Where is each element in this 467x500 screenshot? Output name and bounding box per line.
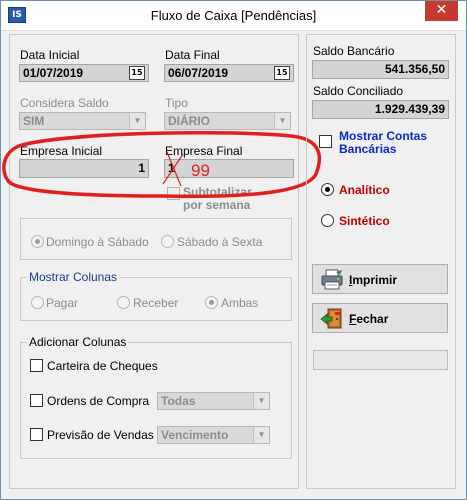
close-icon: ✕	[435, 2, 448, 18]
fluxo-caixa-window: IS Fluxo de Caixa [Pendências] ✕ Data In…	[0, 0, 467, 500]
previsao-select-value: Vencimento	[161, 428, 229, 442]
saldo-conciliado-value: 1.929.439,39	[374, 102, 445, 116]
cheques-checkbox[interactable]	[30, 359, 43, 372]
previsao-checkbox[interactable]	[30, 428, 43, 441]
analitico-radio[interactable]	[321, 183, 334, 196]
calendar-icon[interactable]: 15	[129, 66, 145, 80]
ordens-label: Ordens de Compra	[47, 394, 150, 408]
annotation-ellipse	[2, 130, 322, 199]
receber-label: Receber	[133, 296, 179, 310]
previsao-select[interactable]: Vencimento ▼	[157, 426, 270, 444]
imprimir-label-rest: mprimir	[352, 273, 398, 287]
imprimir-button[interactable]: Imprimir	[312, 264, 448, 294]
pagar-radio[interactable]	[31, 296, 44, 309]
data-inicial-label: Data Inicial	[20, 48, 80, 62]
ordens-select[interactable]: Todas ▼	[157, 392, 270, 410]
window-title: Fluxo de Caixa [Pendências]	[150, 8, 317, 23]
saldo-conciliado-field: 1.929.439,39	[312, 100, 449, 119]
annotation-text: 99	[191, 161, 210, 180]
fechar-label-rest: echar	[356, 312, 389, 326]
saldo-conciliado-label: Saldo Conciliado	[313, 84, 404, 98]
exit-door-icon	[320, 308, 342, 329]
close-button[interactable]: ✕	[425, 1, 458, 21]
sabado-radio[interactable]	[161, 235, 174, 248]
status-progress-box	[313, 350, 448, 370]
ambas-radio[interactable]	[205, 296, 218, 309]
data-inicial-value: 01/07/2019	[23, 66, 84, 80]
saldo-bancario-value: 541.356,50	[384, 62, 445, 76]
mostrar-colunas-legend: Mostrar Colunas	[27, 270, 120, 284]
sabado-label: Sábado à Sexta	[177, 235, 263, 249]
mostrar-contas-label-line2: Bancárias	[339, 142, 397, 156]
data-final-label: Data Final	[165, 48, 220, 62]
fechar-button[interactable]: Fechar	[312, 303, 448, 333]
printer-icon	[321, 269, 343, 290]
tipo-label: Tipo	[165, 96, 188, 110]
cheques-label: Carteira de Cheques	[47, 359, 158, 373]
fechar-label: Fechar	[349, 312, 389, 326]
dropdown-arrow-icon: ▼	[253, 427, 269, 443]
domingo-radio[interactable]	[31, 235, 44, 248]
considera-saldo-label: Considera Saldo	[20, 96, 109, 110]
dropdown-arrow-icon: ▼	[253, 393, 269, 409]
previsao-label: Previsão de Vendas	[47, 428, 154, 442]
ordens-select-value: Todas	[161, 394, 196, 408]
mostrar-contas-checkbox[interactable]	[319, 135, 332, 148]
ambas-label: Ambas	[221, 296, 259, 310]
mostrar-contas-label-line1: Mostrar Contas	[339, 129, 428, 143]
data-final-value: 06/07/2019	[168, 66, 229, 80]
annotation-overlay	[2, 130, 322, 199]
pagar-label: Pagar	[46, 296, 79, 310]
title-bar: IS Fluxo de Caixa [Pendências] ✕	[1, 1, 466, 31]
adicionar-colunas-legend: Adicionar Colunas	[27, 335, 129, 349]
sintetico-label: Sintético	[339, 214, 390, 228]
ordens-checkbox[interactable]	[30, 394, 43, 407]
analitico-label: Analítico	[339, 183, 390, 197]
annotation-x-mark	[162, 151, 184, 187]
domingo-label: Domingo à Sábado	[46, 235, 149, 249]
receber-radio[interactable]	[117, 296, 130, 309]
imprimir-label: Imprimir	[349, 273, 398, 287]
calendar-icon[interactable]: 15	[274, 66, 290, 80]
sintetico-radio[interactable]	[321, 214, 334, 227]
saldo-bancario-field: 541.356,50	[312, 60, 449, 79]
saldo-bancario-label: Saldo Bancário	[313, 44, 395, 58]
